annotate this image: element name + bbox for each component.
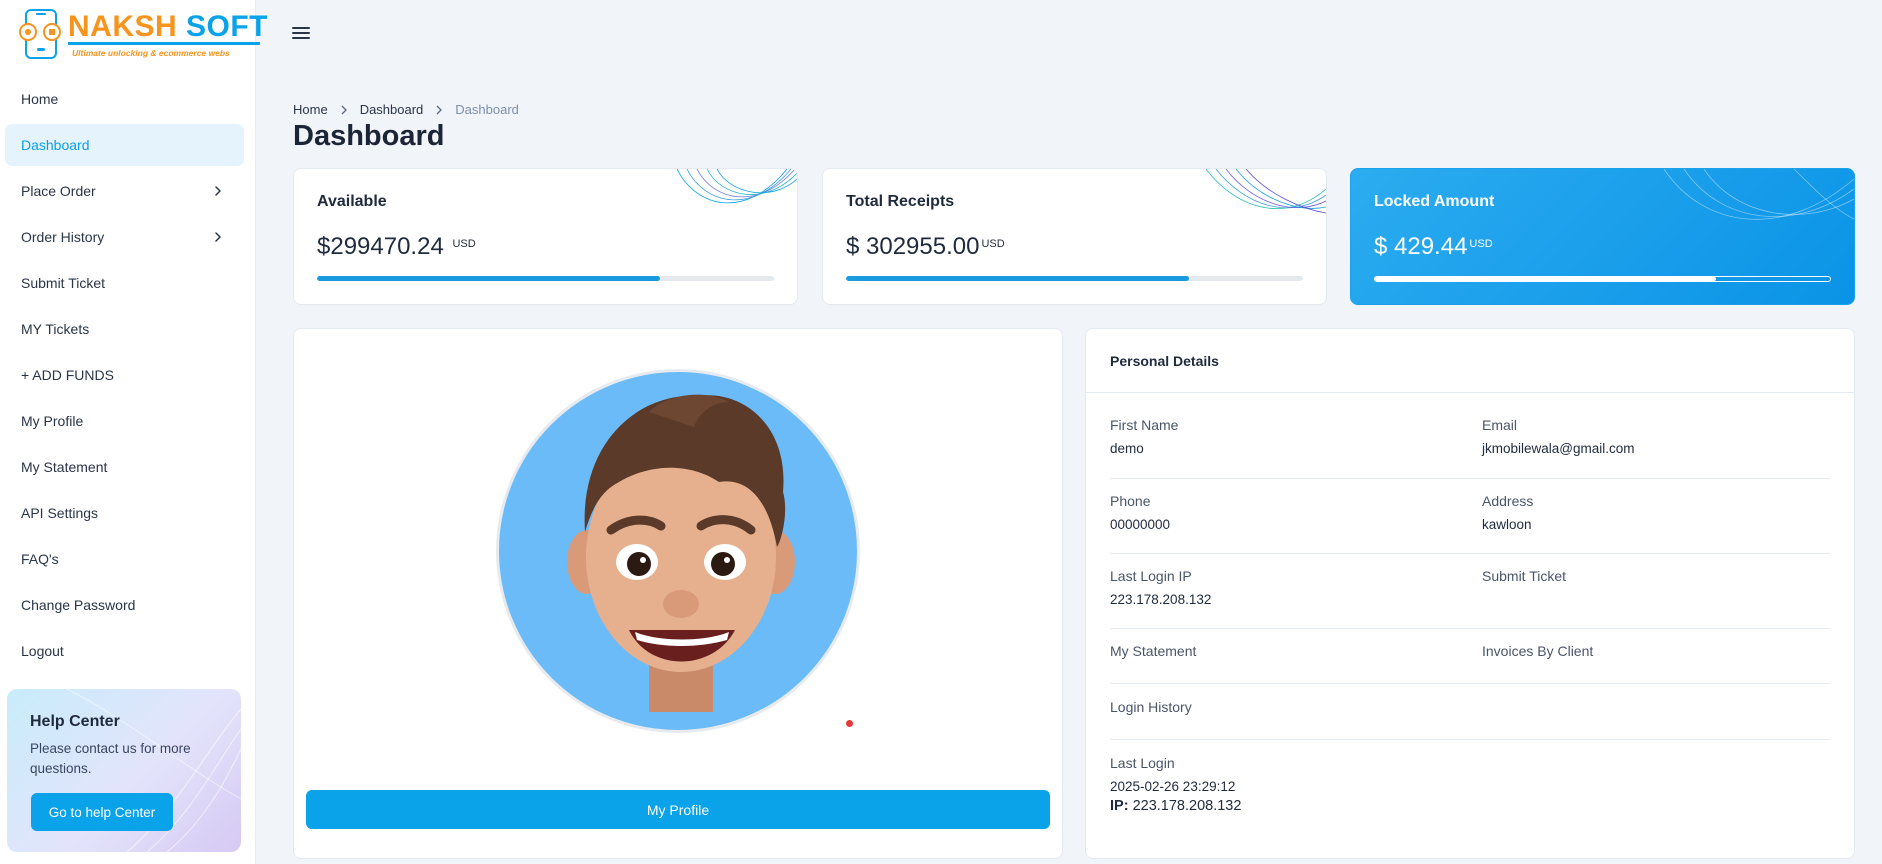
sidebar: NAKSH SOFT Ultimate unlocking & ecommerc… [0, 0, 268, 864]
menu-hamburger-icon[interactable] [290, 22, 312, 44]
sidebar-item-label: My Statement [21, 459, 108, 475]
first-name-field: First Name demo [1110, 417, 1178, 456]
sidebar-item-order-history[interactable]: Order History [5, 216, 244, 258]
sidebar-item-label: Home [21, 91, 59, 107]
help-center-text: Please contact us for more questions. [30, 741, 191, 776]
breadcrumb-home[interactable]: Home [293, 102, 328, 117]
last-login-ip-label: Last Login IP [1110, 568, 1192, 584]
last-login-ip-value: 223.178.208.132 [1110, 592, 1212, 607]
stat-label: Locked Amount [1374, 193, 1495, 210]
email-field: Email jkmobilewala@gmail.com [1482, 417, 1635, 456]
wave-decoration [1664, 169, 1854, 220]
sidebar-item-add-funds[interactable]: + ADD FUNDS [5, 354, 244, 396]
help-center-button[interactable]: Go to help Center [31, 793, 173, 831]
chevron-right-icon [215, 232, 221, 242]
address-value: kawloon [1482, 517, 1532, 532]
details-row: Phone 00000000 Address kawloon [1110, 493, 1830, 554]
stat-amount: $ 429.44 USD [1374, 233, 1493, 260]
wave-decoration [677, 169, 797, 204]
sidebar-item-label: Dashboard [21, 137, 90, 153]
details-row: Last Login 2025-02-26 23:29:12 IP: 223.1… [1110, 755, 1830, 821]
profile-card: My Profile [293, 328, 1063, 859]
sidebar-item-label: My Profile [21, 413, 84, 429]
address-label: Address [1482, 493, 1534, 509]
breadcrumb-current: Dashboard [455, 102, 519, 117]
sidebar-item-place-order[interactable]: Place Order [5, 170, 244, 212]
last-login-value: 2025-02-26 23:29:12 [1110, 779, 1236, 794]
sidebar-item-label: API Settings [21, 505, 99, 521]
phone-field: Phone 00000000 [1110, 493, 1170, 532]
help-center-title: Help Center [30, 713, 120, 730]
login-history-link[interactable]: Login History [1110, 699, 1192, 715]
my-profile-button[interactable]: My Profile [306, 790, 1050, 829]
details-row: Last Login IP 223.178.208.132 Submit Tic… [1110, 568, 1830, 629]
email-value: jkmobilewala@gmail.com [1482, 441, 1635, 456]
sidebar-item-home[interactable]: Home [5, 78, 244, 120]
stat-label: Available [317, 193, 387, 210]
brand-underline [68, 42, 260, 45]
last-login-ip: IP: 223.178.208.132 [1110, 798, 1242, 814]
sidebar-item-logout[interactable]: Logout [5, 630, 244, 672]
chevron-right-icon [215, 186, 221, 196]
sidebar-item-my-tickets[interactable]: MY Tickets [5, 308, 244, 350]
invoices-by-client-link[interactable]: Invoices By Client [1482, 643, 1593, 659]
first-name-label: First Name [1110, 417, 1179, 433]
brand-tagline: Ultimate unlocking & ecommerce webs [72, 48, 230, 58]
first-name-value: demo [1110, 441, 1144, 456]
avatar [496, 369, 860, 733]
stat-amount: $299470.24 USD [317, 233, 476, 260]
last-login-label: Last Login [1110, 755, 1175, 771]
sidebar-item-label: FAQ's [21, 551, 59, 567]
page-title: Dashboard [293, 120, 445, 152]
phone-logo-icon [19, 9, 61, 59]
breadcrumb: Home Dashboard Dashboard [293, 102, 519, 117]
personal-details-card: Personal Details First Name demo Email j… [1085, 328, 1855, 859]
sidebar-item-faqs[interactable]: FAQ's [5, 538, 244, 580]
stat-card-total-receipts: Total Receipts $ 302955.00 USD [822, 168, 1327, 305]
chevron-right-icon [341, 105, 347, 114]
last-login-field: Last Login 2025-02-26 23:29:12 IP: 223.1… [1110, 755, 1241, 814]
phone-value: 00000000 [1110, 517, 1171, 532]
online-status-dot [846, 720, 853, 727]
help-center-card: Help Center Please contact us for more q… [7, 689, 241, 852]
my-statement-link[interactable]: My Statement [1110, 643, 1196, 659]
email-label: Email [1482, 417, 1518, 433]
address-field: Address kawloon [1482, 493, 1533, 532]
sidebar-item-my-profile[interactable]: My Profile [5, 400, 244, 442]
details-row: Login History [1110, 699, 1830, 740]
sidebar-item-api-settings[interactable]: API Settings [5, 492, 244, 534]
sidebar-item-label: Place Order [21, 183, 96, 199]
memoji-avatar-icon [567, 394, 795, 712]
breadcrumb-dashboard[interactable]: Dashboard [360, 102, 424, 117]
sidebar-nav: Home Dashboard Place Order Order History… [0, 78, 256, 676]
sidebar-item-label: Order History [21, 229, 105, 245]
phone-label: Phone [1110, 493, 1151, 509]
last-login-ip-field: Last Login IP 223.178.208.132 [1110, 568, 1211, 607]
brand-name: NAKSH SOFT [68, 10, 269, 43]
sidebar-item-label: Submit Ticket [21, 275, 106, 291]
stat-label: Total Receipts [846, 193, 955, 210]
sidebar-item-label: + ADD FUNDS [21, 367, 114, 383]
sidebar-item-my-statement[interactable]: My Statement [5, 446, 244, 488]
stat-progress-bar [317, 276, 774, 281]
stat-progress-bar [846, 276, 1303, 281]
stat-card-available: Available $299470.24 USD [293, 168, 798, 305]
chevron-right-icon [436, 105, 443, 114]
wave-decoration [1206, 169, 1326, 214]
details-row: My Statement Invoices By Client [1110, 643, 1830, 684]
stat-progress-bar [1374, 276, 1831, 282]
brand-logo[interactable]: NAKSH SOFT Ultimate unlocking & ecommerc… [14, 8, 268, 60]
sidebar-item-label: Change Password [21, 597, 136, 613]
submit-ticket-link[interactable]: Submit Ticket [1482, 568, 1566, 584]
sidebar-item-label: MY Tickets [21, 321, 90, 337]
details-row: First Name demo Email jkmobilewala@gmail… [1110, 417, 1830, 479]
stat-amount: $ 302955.00 USD [846, 233, 1005, 260]
personal-details-title: Personal Details [1086, 329, 1854, 393]
sidebar-item-label: Logout [21, 643, 64, 659]
sidebar-item-dashboard[interactable]: Dashboard [5, 124, 244, 166]
sidebar-item-change-password[interactable]: Change Password [5, 584, 244, 626]
sidebar-item-submit-ticket[interactable]: Submit Ticket [5, 262, 244, 304]
stat-card-locked-amount: Locked Amount $ 429.44 USD [1350, 168, 1855, 305]
